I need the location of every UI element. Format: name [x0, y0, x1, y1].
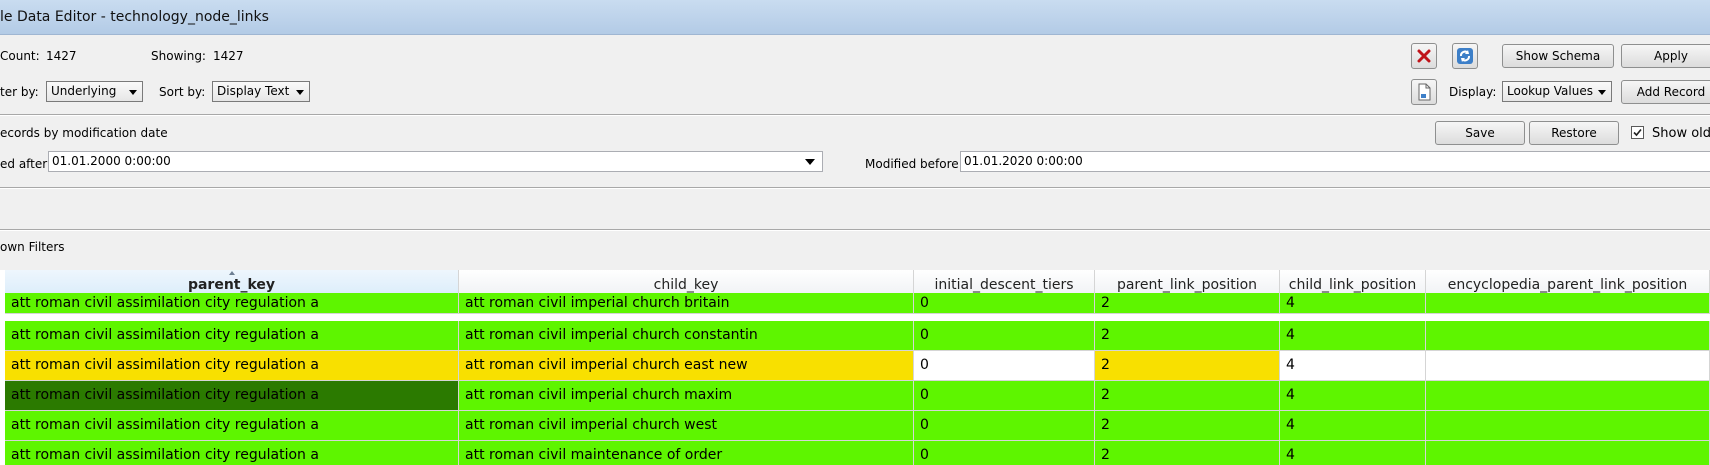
- sort-by-select[interactable]: Display Text: [212, 81, 310, 102]
- count-label: Count:: [0, 49, 40, 63]
- modified-before-field[interactable]: 01.01.2020 0:00:00: [960, 151, 1710, 172]
- cell-parent-link-position[interactable]: 2: [1095, 321, 1280, 351]
- modified-before-label: Modified before:: [865, 157, 963, 171]
- cell-child-key[interactable]: att roman civil imperial church constant…: [459, 321, 914, 351]
- red-x-icon: [1417, 49, 1431, 63]
- data-grid: parent_key child_key initial_descent_tie…: [0, 270, 1710, 465]
- save-button[interactable]: Save: [1435, 121, 1525, 145]
- cell-child-key[interactable]: att roman civil imperial church britain: [459, 293, 914, 314]
- divider: [0, 114, 1710, 116]
- sort-by-label: Sort by:: [159, 85, 206, 99]
- showing-label: Showing:: [151, 49, 206, 63]
- divider: [0, 229, 1710, 231]
- cell-child-link-position[interactable]: 4: [1280, 381, 1426, 411]
- cell-child-key[interactable]: att roman civil imperial church east new: [459, 351, 914, 381]
- chevron-down-icon[interactable]: [805, 159, 815, 165]
- cell-encyclopedia-parent-link-position[interactable]: [1426, 441, 1710, 465]
- cell-encyclopedia-parent-link-position[interactable]: [1426, 411, 1710, 441]
- cell-child-link-position[interactable]: 4: [1280, 351, 1426, 381]
- column-header-label: initial_descent_tiers: [934, 277, 1074, 293]
- display-select[interactable]: Lookup Values: [1502, 81, 1612, 102]
- column-header-label: child_key: [653, 277, 719, 293]
- cell-initial-descent-tiers[interactable]: 0: [914, 351, 1095, 381]
- cell-initial-descent-tiers[interactable]: 0: [914, 293, 1095, 314]
- clear-filter-button[interactable]: [1411, 43, 1437, 69]
- export-button[interactable]: [1411, 79, 1437, 105]
- show-schema-button[interactable]: Show Schema: [1502, 44, 1614, 68]
- cell-encyclopedia-parent-link-position[interactable]: [1426, 381, 1710, 411]
- filter-by-value: Underlying: [51, 84, 117, 98]
- document-icon: [1418, 83, 1431, 101]
- cell-parent-key[interactable]: att roman civil assimilation city regula…: [5, 293, 459, 314]
- modified-after-field[interactable]: 01.01.2000 0:00:00: [48, 151, 823, 172]
- cell-initial-descent-tiers[interactable]: 0: [914, 321, 1095, 351]
- sort-ascending-icon: [228, 271, 235, 275]
- restore-button[interactable]: Restore: [1529, 121, 1619, 145]
- cell-parent-key[interactable]: att roman civil assimilation city regula…: [5, 321, 459, 351]
- cell-initial-descent-tiers[interactable]: 0: [914, 381, 1095, 411]
- divider: [0, 187, 1710, 189]
- cell-child-key[interactable]: att roman civil maintenance of order: [459, 441, 914, 465]
- cell-parent-link-position[interactable]: 2: [1095, 441, 1280, 465]
- chevron-down-icon: [129, 90, 137, 95]
- cell-parent-key[interactable]: att roman civil assimilation city regula…: [5, 441, 459, 465]
- refresh-button[interactable]: [1452, 43, 1478, 69]
- cell-child-link-position[interactable]: 4: [1280, 293, 1426, 314]
- column-header-label: parent_link_position: [1116, 277, 1258, 293]
- cell-initial-descent-tiers[interactable]: 0: [914, 441, 1095, 465]
- cell-encyclopedia-parent-link-position[interactable]: [1426, 351, 1710, 381]
- refresh-icon: [1457, 48, 1473, 64]
- cell-child-key[interactable]: att roman civil imperial church maxim: [459, 381, 914, 411]
- modified-before-value: 01.01.2020 0:00:00: [964, 154, 1083, 168]
- cell-parent-key[interactable]: att roman civil assimilation city regula…: [5, 411, 459, 441]
- modified-after-label: ed after:: [0, 157, 52, 171]
- apply-button[interactable]: Apply: [1621, 44, 1710, 68]
- modification-section-label: ecords by modification date: [0, 126, 168, 140]
- cell-child-link-position[interactable]: 4: [1280, 321, 1426, 351]
- table-row[interactable]: att roman civil assimilation city regula…: [0, 351, 1710, 381]
- filter-by-label: ter by:: [0, 85, 39, 99]
- title-bar: le Data Editor - technology_node_links: [0, 0, 1710, 35]
- table-row[interactable]: att roman civil assimilation city regula…: [0, 441, 1710, 465]
- cell-child-key[interactable]: att roman civil imperial church west: [459, 411, 914, 441]
- filter-by-select[interactable]: Underlying: [46, 81, 143, 102]
- chevron-down-icon: [296, 90, 304, 95]
- count-value: 1427: [46, 49, 77, 63]
- cell-parent-key[interactable]: att roman civil assimilation city regula…: [5, 381, 459, 411]
- cell-parent-link-position[interactable]: 2: [1095, 351, 1280, 381]
- table-row[interactable]: att roman civil assimilation city regula…: [0, 381, 1710, 411]
- cell-child-link-position[interactable]: 4: [1280, 411, 1426, 441]
- cell-encyclopedia-parent-link-position[interactable]: [1426, 321, 1710, 351]
- show-old-checkbox[interactable]: [1631, 126, 1644, 139]
- modified-after-value: 01.01.2000 0:00:00: [52, 154, 171, 168]
- column-header-label: child_link_position: [1288, 277, 1417, 293]
- display-value: Lookup Values: [1507, 84, 1593, 98]
- cell-child-link-position[interactable]: 4: [1280, 441, 1426, 465]
- table-row[interactable]: att roman civil assimilation city regula…: [0, 321, 1710, 351]
- add-record-button[interactable]: Add Record: [1621, 80, 1710, 104]
- display-label: Display:: [1449, 85, 1497, 99]
- cell-initial-descent-tiers[interactable]: 0: [914, 411, 1095, 441]
- window-title: le Data Editor - technology_node_links: [0, 9, 269, 25]
- cell-encyclopedia-parent-link-position[interactable]: [1426, 293, 1710, 314]
- cell-parent-key[interactable]: att roman civil assimilation city regula…: [5, 351, 459, 381]
- cell-parent-link-position[interactable]: 2: [1095, 381, 1280, 411]
- cell-parent-link-position[interactable]: 2: [1095, 411, 1280, 441]
- cell-parent-link-position[interactable]: 2: [1095, 293, 1280, 314]
- show-old-label: Show old r: [1652, 126, 1710, 141]
- table-row[interactable]: att roman civil assimilation city regula…: [0, 293, 1710, 314]
- chevron-down-icon: [1598, 90, 1606, 95]
- column-header-label: parent_key: [187, 277, 276, 293]
- checkmark-icon: [1633, 128, 1642, 137]
- sort-by-value: Display Text: [217, 84, 290, 98]
- showing-value: 1427: [213, 49, 244, 63]
- column-header-label: encyclopedia_parent_link_position: [1447, 277, 1688, 293]
- table-row[interactable]: att roman civil assimilation city regula…: [0, 411, 1710, 441]
- known-filters-toggle[interactable]: own Filters: [0, 240, 65, 254]
